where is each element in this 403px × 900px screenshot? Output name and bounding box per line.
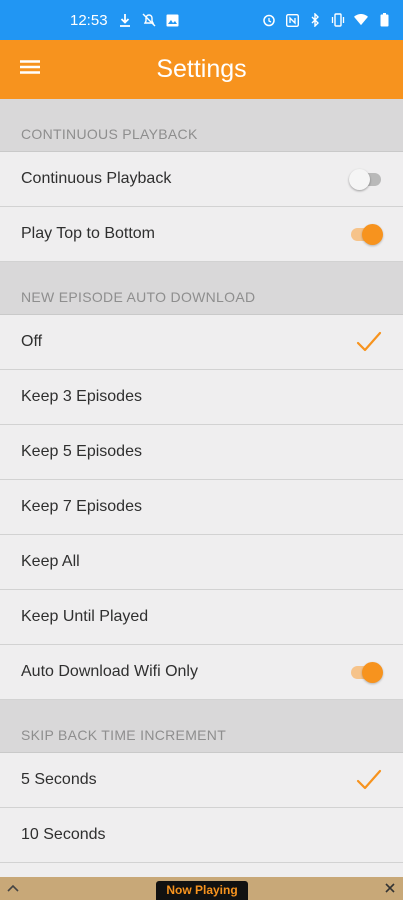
status-time: 12:53 [70,11,108,29]
option-label: Keep Until Played [21,608,149,625]
section-header-continuous-playback: CONTINUOUS PLAYBACK [0,99,403,152]
hamburger-menu-icon [20,60,40,79]
option-label: 10 Seconds [21,826,106,843]
expand-icon[interactable] [6,881,20,895]
option-row-5-seconds[interactable]: 5 Seconds [0,753,403,808]
setting-label: Auto Download Wifi Only [21,663,198,680]
settings-list[interactable]: CONTINUOUS PLAYBACK Continuous Playback … [0,99,403,877]
option-label: Keep 5 Episodes [21,443,142,460]
battery-icon [377,13,391,27]
wifi-icon [354,13,368,27]
notifications-off-icon [142,13,156,27]
setting-row-continuous-playback[interactable]: Continuous Playback [0,152,403,207]
now-playing-tab[interactable]: Now Playing [156,881,248,900]
option-row-keep-all[interactable]: Keep All [0,535,403,590]
close-icon[interactable] [383,881,397,895]
auto-download-wifi-only-toggle[interactable] [349,660,383,684]
play-top-to-bottom-toggle[interactable] [349,222,383,246]
page-title: Settings [156,55,247,83]
option-row-keep-until-played[interactable]: Keep Until Played [0,590,403,645]
option-label: Keep 3 Episodes [21,388,142,405]
image-icon [166,13,180,27]
toggle-thumb [362,224,383,245]
continuous-playback-toggle[interactable] [349,167,383,191]
toggle-thumb [349,169,370,190]
nfc-icon [285,13,299,27]
checkmark-icon [355,768,383,792]
option-label: Off [21,333,43,350]
setting-row-play-top-to-bottom[interactable]: Play Top to Bottom [0,207,403,262]
download-icon [118,13,132,27]
option-row-keep-7-episodes[interactable]: Keep 7 Episodes [0,480,403,535]
section-header-new-episode-auto-download: NEW EPISODE AUTO DOWNLOAD [0,262,403,315]
option-label: Keep All [21,553,80,570]
toggle-thumb [362,662,383,683]
app-bar: Settings [0,40,403,99]
setting-row-auto-download-wifi-only[interactable]: Auto Download Wifi Only [0,645,403,700]
option-label: Keep 7 Episodes [21,498,142,515]
option-label: 5 Seconds [21,771,97,788]
option-row-off[interactable]: Off [0,315,403,370]
option-row-keep-3-episodes[interactable]: Keep 3 Episodes [0,370,403,425]
status-bar: 12:53 [0,0,403,40]
status-left: 12:53 [70,12,180,29]
option-row-keep-5-episodes[interactable]: Keep 5 Episodes [0,425,403,480]
setting-label: Continuous Playback [21,170,172,187]
status-right [262,13,391,27]
menu-button[interactable] [0,40,60,99]
alarm-icon [262,13,276,27]
section-header-skip-back-time-increment: SKIP BACK TIME INCREMENT [0,700,403,753]
option-row-10-seconds[interactable]: 10 Seconds [0,808,403,863]
setting-label: Play Top to Bottom [21,225,155,242]
bluetooth-icon [308,13,322,27]
vibrate-icon [331,13,345,27]
checkmark-icon [355,330,383,354]
